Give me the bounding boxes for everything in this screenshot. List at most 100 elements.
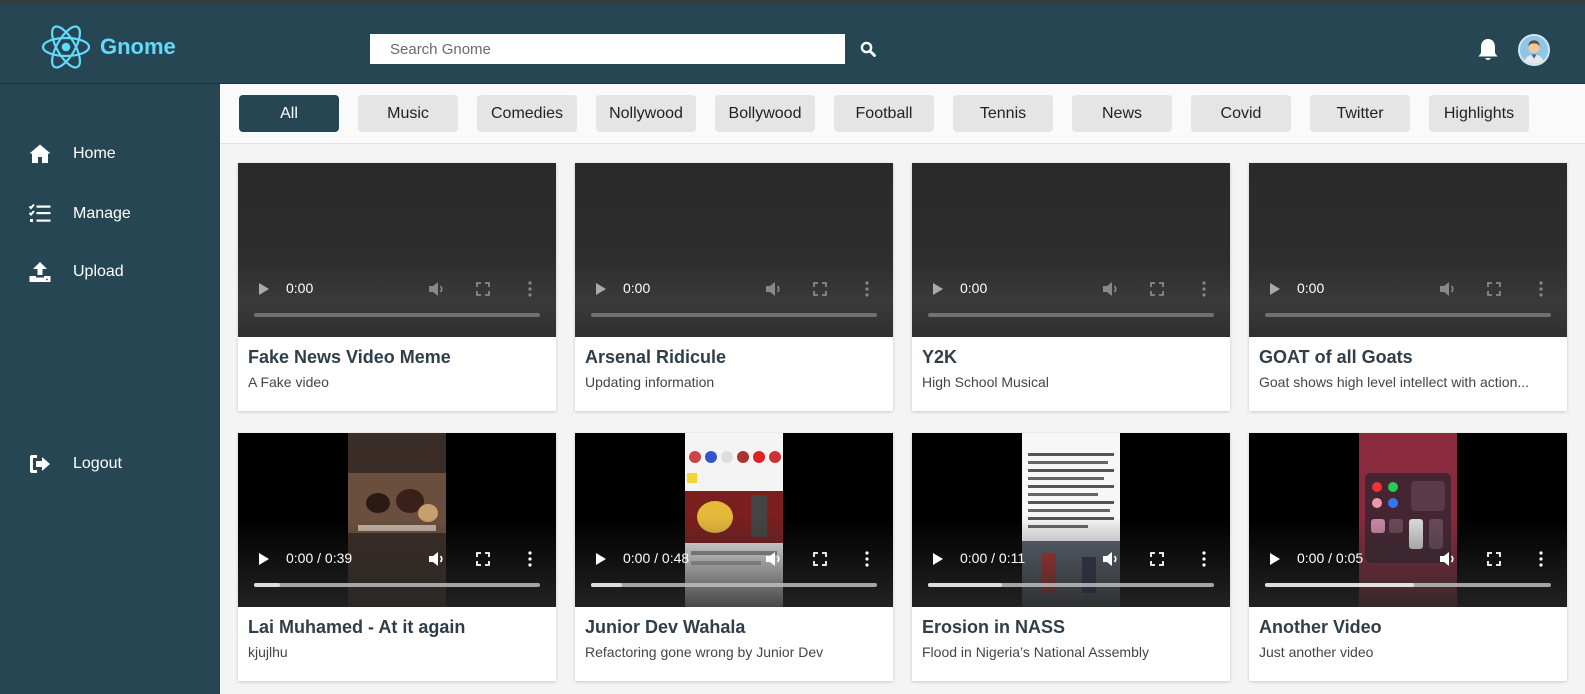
progress-bar[interactable] bbox=[591, 583, 877, 587]
video-player[interactable]: 0:00 bbox=[912, 163, 1230, 337]
sidebar-item-manage[interactable]: Manage bbox=[28, 202, 131, 226]
logout-button[interactable]: Logout bbox=[28, 452, 122, 476]
time-display: 0:00 bbox=[623, 280, 651, 296]
fullscreen-icon[interactable] bbox=[1150, 282, 1164, 296]
time-display: 0:00 / 0:39 bbox=[286, 550, 353, 566]
progress-bar[interactable] bbox=[1265, 313, 1551, 317]
video-card[interactable]: 0:00 Fake News Video Meme A Fake video bbox=[238, 163, 556, 411]
chip-news[interactable]: News bbox=[1072, 95, 1172, 132]
video-player[interactable]: 0:00 bbox=[1249, 163, 1567, 337]
video-player[interactable]: 0:00 / 0:48 bbox=[575, 433, 893, 607]
video-title[interactable]: Arsenal Ridicule bbox=[585, 347, 883, 368]
more-options-icon[interactable] bbox=[528, 551, 532, 567]
more-options-icon[interactable] bbox=[1539, 551, 1543, 567]
video-card[interactable]: 0:00 GOAT of all Goats Goat shows high l… bbox=[1249, 163, 1567, 411]
bell-icon[interactable] bbox=[1476, 37, 1500, 63]
player-backdrop bbox=[912, 163, 1230, 337]
video-description: Updating information bbox=[585, 374, 715, 390]
more-options-icon[interactable] bbox=[528, 281, 532, 297]
play-icon[interactable] bbox=[595, 282, 607, 296]
progress-bar[interactable] bbox=[254, 583, 540, 587]
react-atom-icon bbox=[41, 25, 91, 69]
chip-music[interactable]: Music bbox=[358, 95, 458, 132]
chip-highlights[interactable]: Highlights bbox=[1429, 95, 1529, 132]
top-header: Gnome bbox=[0, 3, 1585, 84]
video-title[interactable]: Lai Muhamed - At it again bbox=[248, 617, 546, 638]
progress-fill bbox=[591, 583, 623, 587]
fullscreen-icon[interactable] bbox=[476, 552, 490, 566]
play-icon[interactable] bbox=[258, 552, 270, 566]
sidebar-item-upload[interactable]: Upload bbox=[28, 260, 124, 284]
video-player[interactable]: 0:00 / 0:05 bbox=[1249, 433, 1567, 607]
player-backdrop bbox=[1249, 163, 1567, 337]
video-title[interactable]: Y2K bbox=[922, 347, 1220, 368]
chip-tennis[interactable]: Tennis bbox=[953, 95, 1053, 132]
video-title[interactable]: Another Video bbox=[1259, 617, 1557, 638]
video-card[interactable]: 0:00 Y2K High School Musical bbox=[912, 163, 1230, 411]
chip-comedies[interactable]: Comedies bbox=[477, 95, 577, 132]
video-title[interactable]: Erosion in NASS bbox=[922, 617, 1220, 638]
progress-bar[interactable] bbox=[1265, 583, 1551, 587]
time-display: 0:00 bbox=[960, 280, 988, 296]
play-icon[interactable] bbox=[1269, 282, 1281, 296]
video-card[interactable]: 0:00 / 0:11 Erosion in NASS Flood in Nig… bbox=[912, 433, 1230, 681]
more-options-icon[interactable] bbox=[865, 281, 869, 297]
more-options-icon[interactable] bbox=[1202, 551, 1206, 567]
upload-icon bbox=[29, 262, 51, 282]
progress-bar[interactable] bbox=[591, 313, 877, 317]
video-description: Just another video bbox=[1259, 644, 1374, 660]
sidebar-item-home[interactable]: Home bbox=[28, 142, 116, 166]
play-icon[interactable] bbox=[258, 282, 270, 296]
more-options-icon[interactable] bbox=[1202, 281, 1206, 297]
volume-icon[interactable] bbox=[428, 551, 446, 567]
search-bar bbox=[370, 34, 883, 64]
video-title[interactable]: GOAT of all Goats bbox=[1259, 347, 1557, 368]
video-card[interactable]: 0:00 / 0:48 Junior Dev Wahala Refactorin… bbox=[575, 433, 893, 681]
video-title[interactable]: Fake News Video Meme bbox=[248, 347, 546, 368]
avatar[interactable] bbox=[1518, 34, 1550, 66]
fullscreen-icon[interactable] bbox=[1150, 552, 1164, 566]
video-player[interactable]: 0:00 / 0:39 bbox=[238, 433, 556, 607]
fullscreen-icon[interactable] bbox=[813, 282, 827, 296]
chip-football[interactable]: Football bbox=[834, 95, 934, 132]
fullscreen-icon[interactable] bbox=[1487, 552, 1501, 566]
progress-bar[interactable] bbox=[254, 313, 540, 317]
volume-icon[interactable] bbox=[1102, 551, 1120, 567]
progress-bar[interactable] bbox=[928, 583, 1214, 587]
video-player[interactable]: 0:00 / 0:11 bbox=[912, 433, 1230, 607]
category-filter-bar: All Music Comedies Nollywood Bollywood F… bbox=[220, 84, 1585, 144]
video-card[interactable]: 0:00 / 0:39 Lai Muhamed - At it again kj… bbox=[238, 433, 556, 681]
play-icon[interactable] bbox=[595, 552, 607, 566]
volume-icon[interactable] bbox=[1102, 281, 1120, 297]
play-icon[interactable] bbox=[1269, 552, 1281, 566]
video-player[interactable]: 0:00 bbox=[238, 163, 556, 337]
time-display: 0:00 / 0:48 bbox=[623, 550, 690, 566]
chip-bollywood[interactable]: Bollywood bbox=[715, 95, 815, 132]
fullscreen-icon[interactable] bbox=[1487, 282, 1501, 296]
volume-icon[interactable] bbox=[1439, 551, 1457, 567]
time-display: 0:00 bbox=[1297, 280, 1325, 296]
search-input[interactable] bbox=[370, 34, 845, 64]
play-icon[interactable] bbox=[932, 282, 944, 296]
play-icon[interactable] bbox=[932, 552, 944, 566]
search-button[interactable] bbox=[853, 34, 883, 64]
chip-nollywood[interactable]: Nollywood bbox=[596, 95, 696, 132]
player-backdrop bbox=[575, 163, 893, 337]
volume-icon[interactable] bbox=[765, 281, 783, 297]
more-options-icon[interactable] bbox=[865, 551, 869, 567]
chip-all[interactable]: All bbox=[239, 95, 339, 132]
chip-covid[interactable]: Covid bbox=[1191, 95, 1291, 132]
fullscreen-icon[interactable] bbox=[476, 282, 490, 296]
more-options-icon[interactable] bbox=[1539, 281, 1543, 297]
fullscreen-icon[interactable] bbox=[813, 552, 827, 566]
chip-twitter[interactable]: Twitter bbox=[1310, 95, 1410, 132]
video-title[interactable]: Junior Dev Wahala bbox=[585, 617, 883, 638]
volume-icon[interactable] bbox=[428, 281, 446, 297]
video-card[interactable]: 0:00 / 0:05 Another Video Just another v… bbox=[1249, 433, 1567, 681]
volume-icon[interactable] bbox=[1439, 281, 1457, 297]
video-player[interactable]: 0:00 bbox=[575, 163, 893, 337]
progress-bar[interactable] bbox=[928, 313, 1214, 317]
brand-logo[interactable]: Gnome bbox=[40, 23, 176, 71]
video-card[interactable]: 0:00 Arsenal Ridicule Updating informati… bbox=[575, 163, 893, 411]
volume-icon[interactable] bbox=[765, 551, 783, 567]
